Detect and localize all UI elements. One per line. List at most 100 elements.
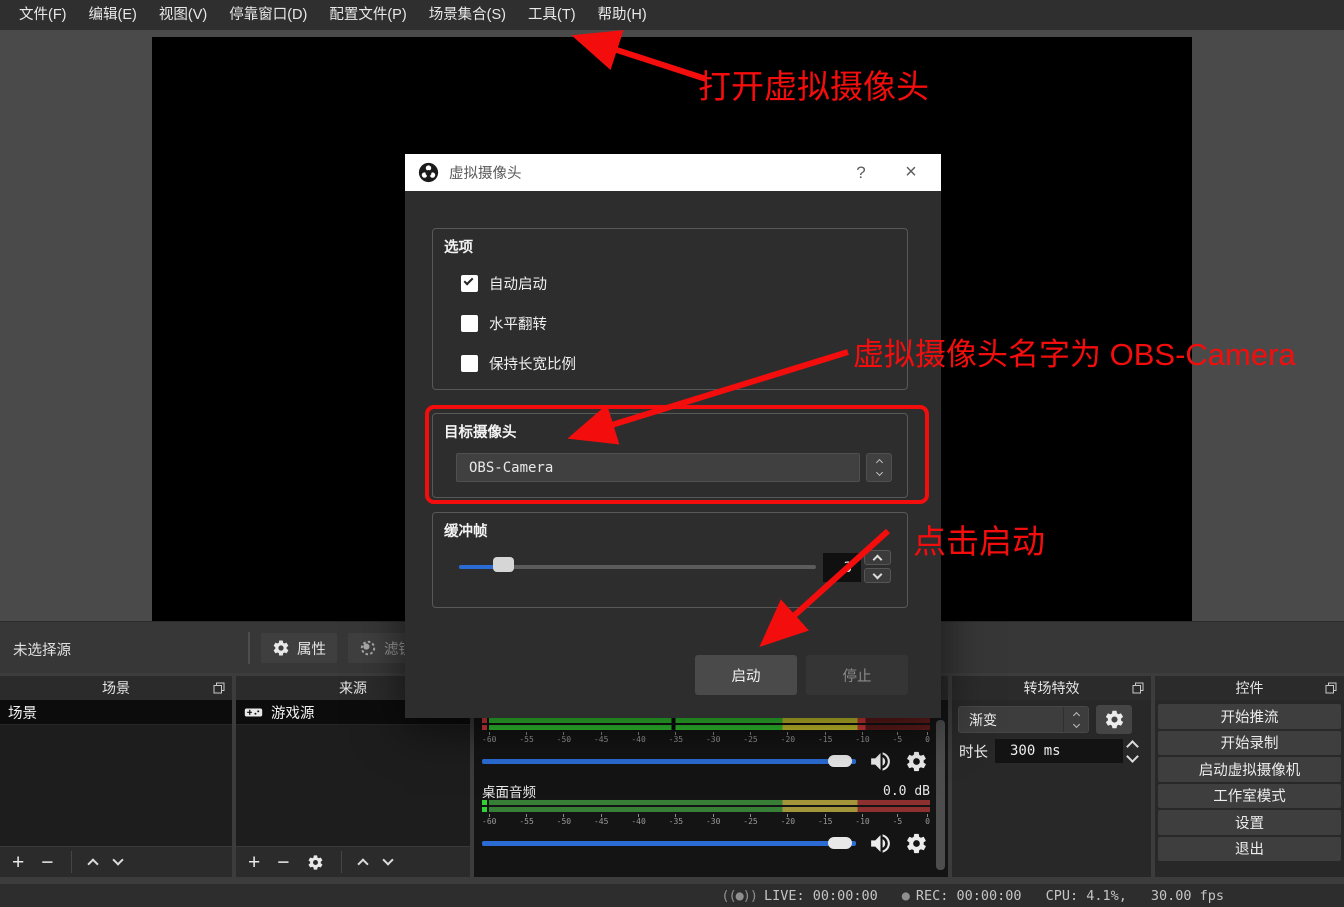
menu-bar: 文件(F)编辑(E)视图(V)停靠窗口(D)配置文件(P)场景集合(S)工具(T… (0, 0, 1344, 30)
dialog-titlebar[interactable]: 虚拟摄像头 ? × (405, 154, 941, 191)
transition-properties-button[interactable] (1096, 705, 1132, 734)
options-group-label: 选项 (444, 236, 473, 257)
control-button[interactable]: 设置 (1158, 810, 1341, 835)
source-name: 游戏源 (271, 702, 315, 723)
meter-tick-label: 0 (925, 732, 930, 745)
meter-tick-label: -45 (594, 732, 608, 745)
duration-input[interactable]: 300 ms (995, 739, 1123, 763)
stop-button[interactable]: 停止 (806, 655, 908, 695)
status-bar: ((●)) LIVE: 00:00:00 ● REC: 00:00:00 CPU… (0, 884, 1344, 907)
source-properties-icon[interactable] (307, 854, 324, 871)
scene-name: 场景 (8, 702, 37, 723)
scenes-panel-title: 场景 (102, 678, 130, 698)
move-scene-up-button[interactable] (87, 858, 98, 869)
dialog-close-button[interactable]: × (894, 161, 928, 184)
menu-item[interactable]: 视图(V) (148, 0, 218, 30)
control-button[interactable]: 开始录制 (1158, 731, 1341, 756)
buffer-frames-group: 缓冲帧 3 (432, 512, 908, 608)
meter-tick-label: -20 (781, 732, 795, 745)
checkbox[interactable] (461, 315, 478, 332)
scenes-panel: 场景 场景 + − (0, 676, 232, 877)
checkbox[interactable] (461, 355, 478, 372)
remove-source-button[interactable]: − (277, 847, 289, 878)
annotation-camera-name: 虚拟摄像头名字为 OBS-Camera (853, 329, 1296, 374)
buffer-slider-handle[interactable] (493, 557, 514, 572)
buffer-value-input[interactable]: 3 (823, 553, 861, 582)
volume-slider-handle[interactable] (828, 837, 852, 849)
menu-item[interactable]: 配置文件(P) (318, 0, 417, 30)
audio-db-value: 0.0 dB (883, 784, 930, 799)
dialog-help-button[interactable]: ? (844, 163, 878, 183)
mixer-source-2: 桌面音频 0.0 dB -60-55-50-45-40-35-30-25-20-… (474, 782, 948, 856)
obs-app-window: { "colors": { "annotation_red": "#f30d0d… (0, 0, 1344, 907)
audio-meter (482, 807, 930, 812)
menu-item[interactable]: 场景集合(S) (418, 0, 517, 30)
volume-slider-handle[interactable] (828, 755, 852, 767)
popout-icon[interactable] (1132, 682, 1144, 694)
move-source-up-button[interactable] (357, 858, 368, 869)
meter-tick-label: -10 (855, 814, 869, 827)
buffer-value: 3 (844, 560, 852, 576)
scenes-panel-header[interactable]: 场景 (0, 676, 232, 700)
volume-slider[interactable] (482, 836, 856, 850)
autostart-checkbox-row[interactable]: 自动启动 (461, 273, 547, 294)
control-button[interactable]: 退出 (1158, 837, 1341, 862)
properties-button[interactable]: 属性 (261, 633, 337, 663)
meter-tick-label: -20 (781, 814, 795, 827)
scene-list-item[interactable]: 场景 (0, 700, 232, 725)
meter-tick-label: -40 (631, 814, 645, 827)
audio-meter (482, 718, 930, 723)
transition-selected-value: 渐变 (959, 710, 1063, 730)
meter-tick-label: -25 (743, 732, 757, 745)
checkmark-icon (464, 276, 474, 286)
speaker-icon[interactable] (868, 831, 893, 856)
move-source-down-button[interactable] (382, 854, 393, 865)
meter-tick-label: -25 (743, 814, 757, 827)
transitions-panel-header[interactable]: 转场特效 (952, 676, 1151, 700)
clip-indicator (482, 725, 487, 730)
remove-scene-button[interactable]: − (41, 847, 53, 878)
transitions-panel-title: 转场特效 (1024, 678, 1080, 698)
menu-item[interactable]: 帮助(H) (587, 0, 658, 30)
buffer-frames-group-label: 缓冲帧 (444, 520, 488, 541)
audio-source-name: 桌面音频 (482, 781, 536, 801)
control-button[interactable]: 启动虚拟摄像机 (1158, 757, 1341, 782)
add-scene-button[interactable]: + (12, 847, 24, 878)
add-source-button[interactable]: + (248, 847, 260, 878)
buffer-decrement-button[interactable] (864, 568, 891, 583)
audio-settings-gear-icon[interactable] (905, 750, 928, 773)
meter-tick-label: -55 (519, 814, 533, 827)
menu-item[interactable]: 文件(F) (8, 0, 78, 30)
menu-item[interactable]: 工具(T) (517, 0, 587, 30)
meter-tick-label: -5 (893, 814, 903, 827)
buffer-increment-button[interactable] (864, 550, 891, 565)
popout-icon[interactable] (213, 682, 225, 694)
menu-item[interactable]: 编辑(E) (78, 0, 148, 30)
speaker-icon[interactable] (868, 749, 893, 774)
popout-icon[interactable] (1325, 682, 1337, 694)
move-scene-down-button[interactable] (112, 854, 123, 865)
control-button[interactable]: 开始推流 (1158, 704, 1341, 729)
horizontal-flip-checkbox-row[interactable]: 水平翻转 (461, 313, 547, 334)
meter-tick-label: -45 (594, 814, 608, 827)
checkbox[interactable] (461, 275, 478, 292)
checkbox-label: 水平翻转 (489, 313, 547, 334)
audio-settings-gear-icon[interactable] (905, 832, 928, 855)
audio-meter (482, 725, 930, 730)
start-button[interactable]: 启动 (695, 655, 797, 695)
sources-panel-title: 来源 (339, 678, 367, 698)
keep-aspect-checkbox-row[interactable]: 保持长宽比例 (461, 353, 576, 374)
duration-spinner[interactable] (1128, 742, 1137, 761)
menu-item[interactable]: 停靠窗口(D) (218, 0, 318, 30)
volume-slider[interactable] (482, 754, 856, 768)
controls-panel-header[interactable]: 控件 (1155, 676, 1344, 700)
toolbar-divider (341, 851, 342, 873)
meter-tick-label: -10 (855, 732, 869, 745)
duration-label: 时长 (959, 741, 988, 762)
control-button[interactable]: 工作室模式 (1158, 784, 1341, 809)
broadcast-icon: ((●)) (721, 888, 757, 904)
meter-tick-label: -50 (557, 732, 571, 745)
mixer-scrollbar[interactable] (936, 720, 945, 870)
transition-select[interactable]: 渐变 (958, 706, 1089, 733)
audio-meter (482, 800, 930, 805)
